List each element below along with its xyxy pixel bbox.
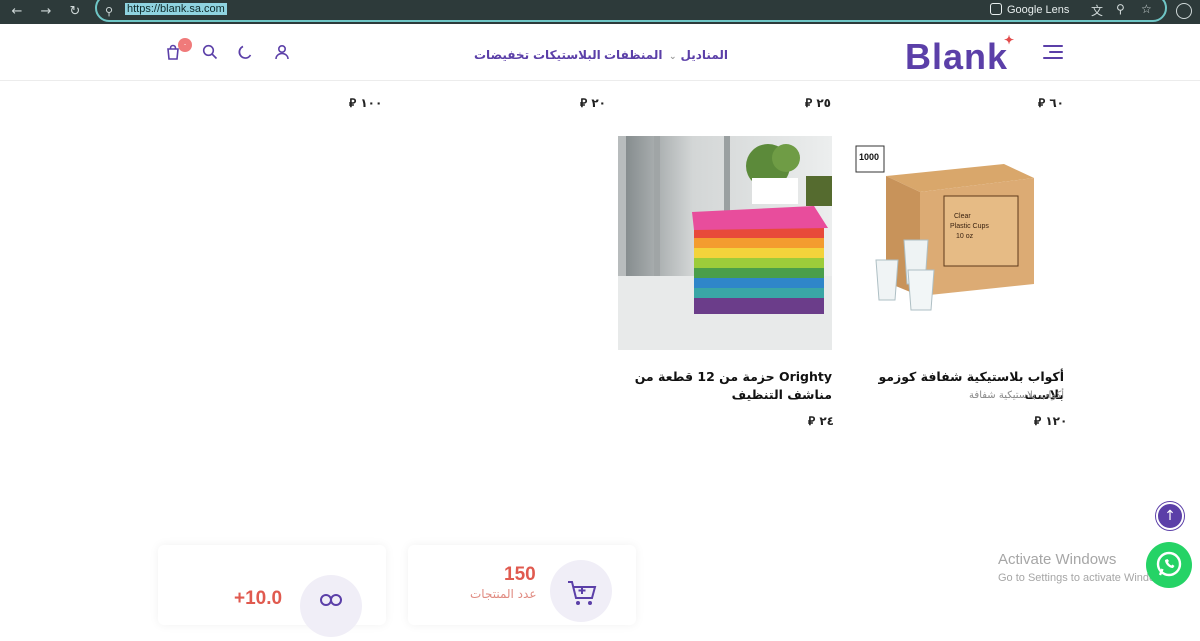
user-icon[interactable] (274, 44, 290, 63)
zoom-icon[interactable]: ⚲ (1116, 2, 1125, 16)
product-category: أكواب بلاستيكية شفافة (969, 390, 1064, 401)
cart-icon (550, 560, 612, 622)
riyal-icon: ⃁ (580, 96, 588, 110)
price-label: ١٠٠ ⃁ (349, 96, 383, 110)
price-label: ٢٥ ⃁ (805, 96, 831, 110)
product-title[interactable]: Orighty حزمة من 12 قطعة من مناشف التنظيف (618, 368, 832, 404)
logo[interactable]: Blank ✦ (905, 33, 1014, 78)
svg-text:10 oz: 10 oz (956, 233, 974, 240)
product-price: ١٢٠ ⃁ (1034, 414, 1068, 428)
price-label: ٦٠ ⃁ (1038, 96, 1064, 110)
svg-text:Plastic Cups: Plastic Cups (950, 223, 989, 230)
translate-icon[interactable]: 文 (1091, 2, 1103, 19)
nav-item-tissues[interactable]: ⌄ المناديل (669, 48, 728, 62)
forward-icon[interactable]: → (37, 3, 55, 21)
reload-icon[interactable]: ↻ (66, 3, 84, 21)
whatsapp-icon (1156, 551, 1182, 577)
lens-icon (990, 3, 1002, 15)
box-count-text: 1000 (859, 152, 879, 162)
stat-label: عدد المنتجات (470, 587, 537, 601)
arrow-up-icon: ↑ (1164, 508, 1176, 524)
stat-number: +10.0 (234, 588, 283, 609)
sparkle-icon: ✦ (1003, 33, 1016, 47)
svg-text:Clear: Clear (954, 213, 971, 220)
google-lens-button[interactable]: Google Lens (990, 3, 1069, 16)
stat-card-products: 150 عدد المنتجات (408, 545, 636, 625)
nav-item-cleaners[interactable]: المنظفات (604, 48, 662, 62)
search-icon[interactable] (202, 44, 218, 63)
whatsapp-button[interactable] (1146, 542, 1192, 588)
chevron-down-icon: ⌄ (669, 52, 677, 62)
price-label: ٢٠ ⃁ (580, 96, 606, 110)
scroll-to-top-button[interactable]: ↑ (1156, 502, 1184, 530)
loop-icon (300, 575, 362, 637)
back-icon[interactable]: ← (8, 3, 26, 21)
nav-item-plastics[interactable]: البلاستيكات (533, 48, 601, 62)
riyal-icon: ⃁ (349, 96, 357, 110)
product-image-towels[interactable] (618, 136, 832, 350)
address-bar[interactable]: ⚲ https://blank.sa.com Google Lens 文 ⚲ ☆ (95, 0, 1167, 22)
riyal-icon: ⃁ (808, 414, 816, 428)
profile-icon[interactable] (1176, 3, 1192, 19)
bookmark-star-icon[interactable]: ☆ (1141, 2, 1152, 16)
cart-count-badge: ٠ (178, 38, 192, 52)
dark-mode-moon-icon[interactable] (237, 44, 253, 63)
riyal-icon: ⃁ (805, 96, 813, 110)
stat-number: 150 (504, 564, 536, 585)
riyal-icon: ⃁ (1034, 414, 1042, 428)
site-info-icon[interactable]: ⚲ (105, 5, 113, 18)
site-header: Blank ✦ ⌄ المناديل المنظفات البلاستيكات تخ… (0, 24, 1200, 81)
browser-toolbar: ← → ↻ ⚲ https://blank.sa.com Google Lens… (0, 0, 1200, 24)
url-text[interactable]: https://blank.sa.com (125, 3, 227, 15)
product-image-cups[interactable]: 1000 Clear Plastic Cups 10 oz (854, 136, 1068, 350)
stat-card-second: +10.0 (158, 545, 386, 637)
nav-item-discounts[interactable]: تخفيضات (474, 48, 529, 62)
menu-icon[interactable] (1043, 45, 1063, 59)
product-price: ٢٤ ⃁ (808, 414, 834, 428)
riyal-icon: ⃁ (1038, 96, 1046, 110)
